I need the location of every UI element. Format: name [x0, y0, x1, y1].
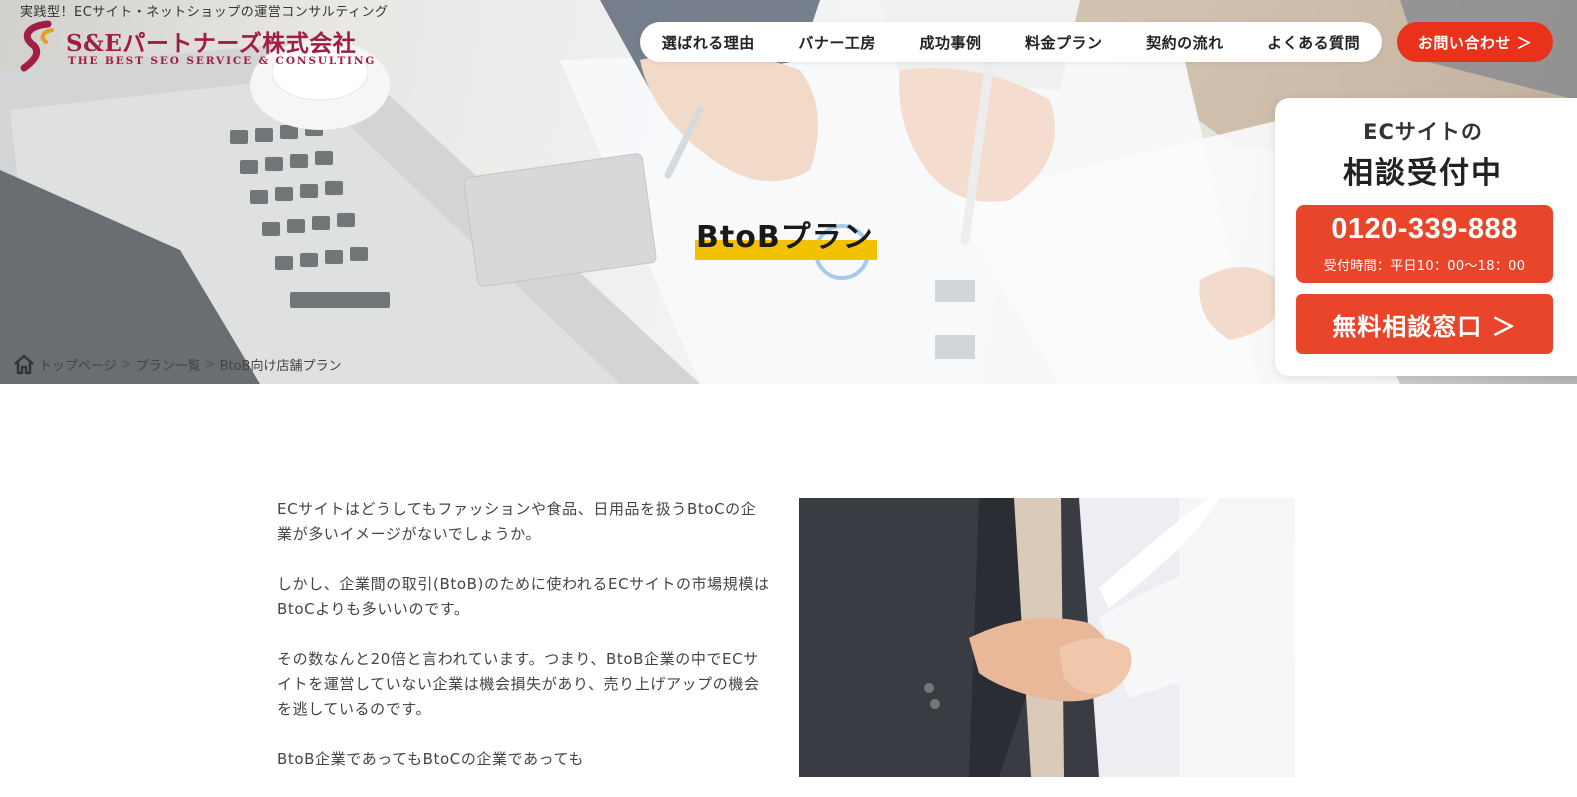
nav-item-reasons[interactable]: 選ばれる理由	[662, 32, 755, 53]
breadcrumb-separator: >	[204, 356, 216, 372]
site-tagline: 実践型！ECサイト・ネットショップの運営コンサルティング	[20, 5, 389, 20]
nav-item-banner-studio[interactable]: バナー工房	[798, 32, 876, 53]
text-line: 業が多いイメージがないでしょうか。	[277, 525, 542, 543]
consult-heading-line2: 相談受付中	[1343, 156, 1503, 191]
text-line: ECサイトはどうしてもファッションや食品、日用品を扱うBtoCの企	[277, 500, 757, 518]
intro-paragraph-1: ECサイトはどうしてもファッションや食品、日用品を扱うBtoCの企 業が多いイメ…	[277, 497, 782, 547]
logo-company-name: S&Eパートナーズ株式会社	[66, 30, 357, 57]
phone-number: 0120-339-888	[1331, 213, 1518, 245]
breadcrumb-item-plans[interactable]: プラン一覧	[136, 355, 201, 374]
breadcrumb: トップページ > プラン一覧 > BtoB向け店舗プラン	[13, 353, 341, 375]
text-line: その数なんと20倍と言われています。つまり、BtoB企業の中でECサ	[277, 650, 759, 668]
consultation-card: ECサイトの 相談受付中 0120-339-888 受付時間：平日10：00〜1…	[1275, 98, 1577, 376]
consult-heading-line1: ECサイトの	[1363, 120, 1483, 144]
phone-button[interactable]: 0120-339-888 受付時間：平日10：00〜18：00	[1296, 205, 1553, 283]
text-line: BtoB企業であってもBtoCの企業であっても	[277, 750, 584, 768]
breadcrumb-separator: >	[120, 356, 132, 372]
free-consultation-button[interactable]: 無料相談窓口 ＞	[1296, 294, 1553, 354]
phone-hours: 受付時間：平日10：00〜18：00	[1323, 259, 1526, 274]
nav-item-faq[interactable]: よくある質問	[1267, 32, 1360, 53]
home-icon[interactable]	[13, 353, 35, 375]
text-line: を逃しているのです。	[277, 700, 432, 718]
logo-subtitle: THE BEST SEO SERVICE & CONSULTING	[68, 55, 377, 67]
intro-paragraph-4: BtoB企業であってもBtoCの企業であっても	[277, 747, 782, 772]
breadcrumb-item-top[interactable]: トップページ	[39, 355, 117, 374]
page-title: BtoBプラン	[696, 220, 874, 255]
contact-button[interactable]: お問い合わせ ＞	[1397, 22, 1553, 62]
intro-paragraph-3: その数なんと20倍と言われています。つまり、BtoB企業の中でECサ イトを運営…	[277, 647, 782, 722]
intro-paragraph-2: しかし、企業間の取引(BtoB)のために使われるECサイトの市場規模は BtoC…	[277, 572, 782, 622]
nav-item-case-studies[interactable]: 成功事例	[919, 32, 981, 53]
handshake-photo	[799, 498, 1295, 777]
text-line: BtoCよりも多いいのです。	[277, 600, 470, 618]
nav-item-contract-flow[interactable]: 契約の流れ	[1146, 32, 1224, 53]
text-line: イトを運営していない企業は機会損失があり、売り上げアップの機会	[277, 675, 760, 693]
site-logo[interactable]: S&Eパートナーズ株式会社 THE BEST SEO SERVICE & CON…	[18, 20, 374, 76]
intro-text: ECサイトはどうしてもファッションや食品、日用品を扱うBtoCの企 業が多いイメ…	[277, 497, 782, 797]
logo-mark-icon	[20, 20, 54, 72]
breadcrumb-item-current: BtoB向け店舗プラン	[219, 358, 342, 374]
nav-item-pricing[interactable]: 料金プラン	[1025, 32, 1103, 53]
text-line: しかし、企業間の取引(BtoB)のために使われるECサイトの市場規模は	[277, 575, 770, 593]
handshake-image	[799, 498, 1295, 777]
global-nav: 選ばれる理由 バナー工房 成功事例 料金プラン 契約の流れ よくある質問	[640, 22, 1382, 62]
